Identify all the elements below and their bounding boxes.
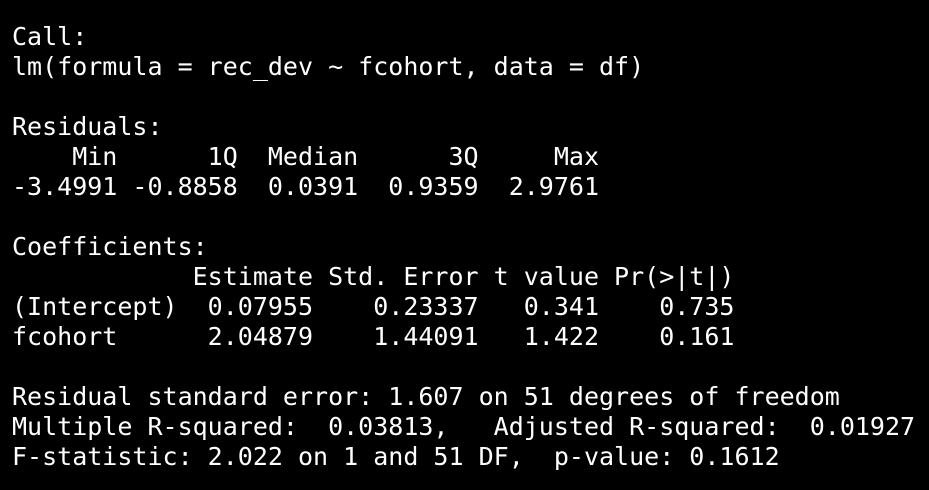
coefficients-header-row: Estimate Std. Error t value Pr(>|t|) xyxy=(12,262,735,291)
residual-standard-error: Residual standard error: 1.607 on 51 deg… xyxy=(12,382,840,411)
r-squared-line: Multiple R-squared: 0.03813, Adjusted R-… xyxy=(12,412,929,441)
residuals-heading: Residuals: xyxy=(12,112,163,141)
f-statistic-line: F-statistic: 2.022 on 1 and 51 DF, p-val… xyxy=(12,442,780,471)
residuals-header-row: Min 1Q Median 3Q Max xyxy=(12,142,615,171)
call-heading: Call: xyxy=(12,22,88,51)
coefficients-row-intercept: (Intercept) 0.07955 0.23337 0.341 0.735 xyxy=(12,292,735,321)
residuals-values-row: -3.4991 -0.8858 0.0391 0.9359 2.9761 xyxy=(12,172,615,201)
r-console-output: Call: lm(formula = rec_dev ~ fcohort, da… xyxy=(0,0,929,490)
call-formula: lm(formula = rec_dev ~ fcohort, data = d… xyxy=(12,52,645,81)
coefficients-heading: Coefficients: xyxy=(12,232,208,261)
coefficients-row-fcohort: fcohort 2.04879 1.44091 1.422 0.161 xyxy=(12,322,735,351)
